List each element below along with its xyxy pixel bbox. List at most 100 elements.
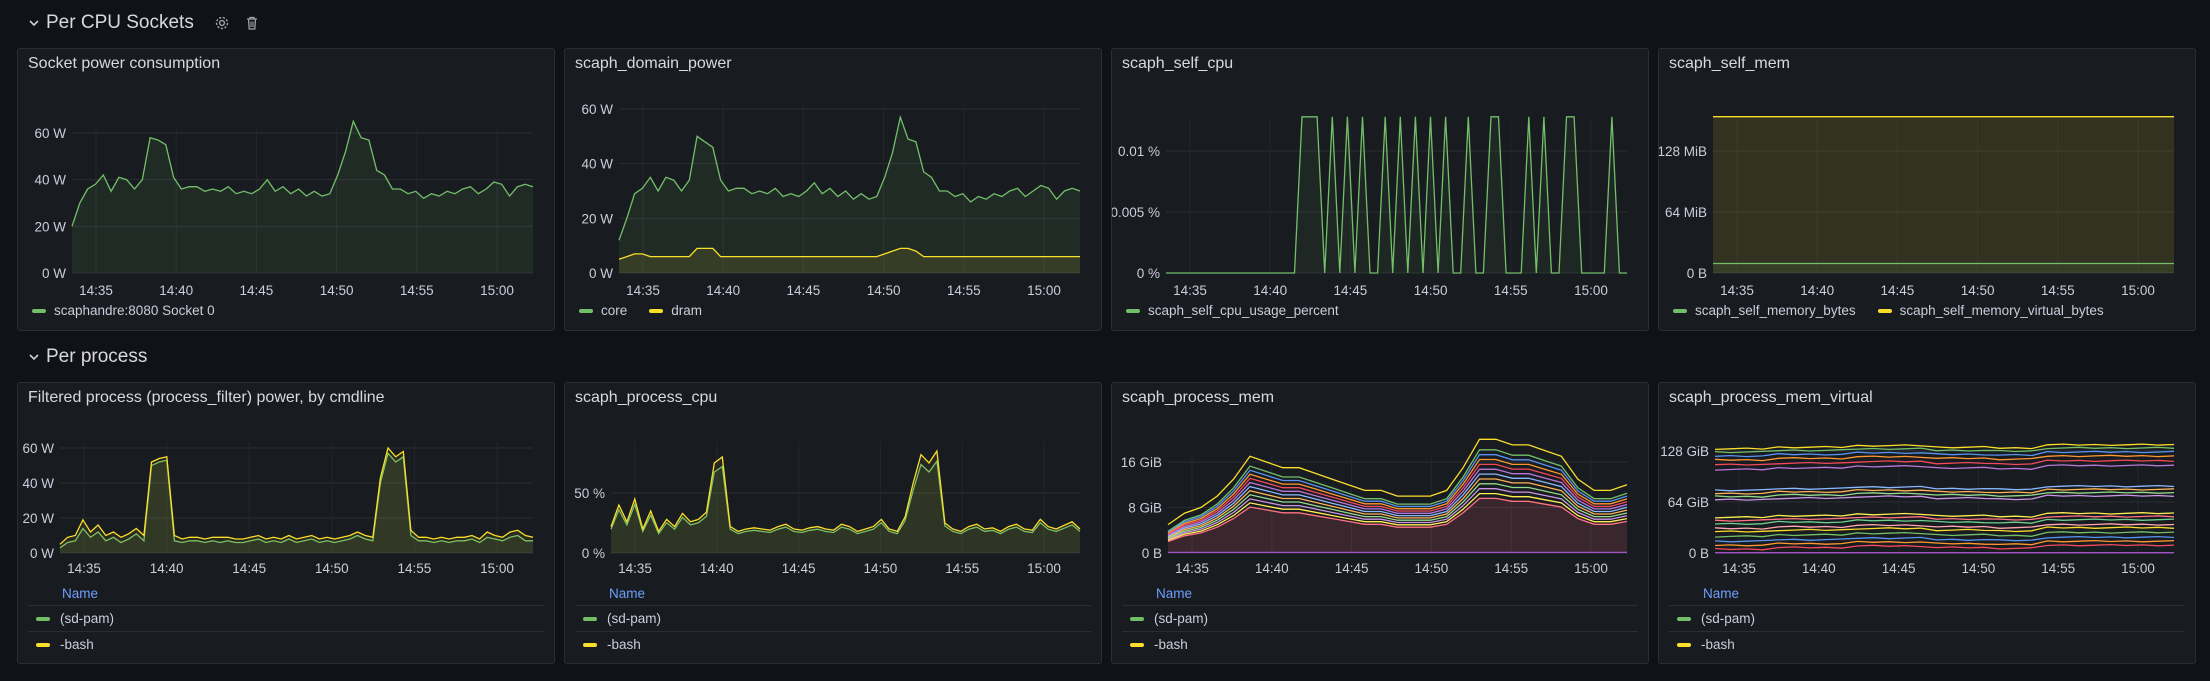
y-tick-label: 60 W [22, 441, 54, 456]
x-tick-label: 14:55 [400, 283, 434, 298]
legend-item[interactable]: scaph_self_memory_bytes [1673, 303, 1856, 318]
y-tick-label: 128 GiB [1660, 444, 1709, 459]
legend-row[interactable]: (sd-pam) [575, 605, 1091, 631]
x-tick-label: 14:35 [1720, 283, 1754, 298]
row-header-per-cpu-sockets[interactable]: Per CPU Sockets [26, 8, 262, 38]
legend-item[interactable]: core [579, 303, 627, 318]
x-tick-label: 15:00 [1027, 561, 1061, 576]
x-tick-label: 14:40 [1802, 561, 1836, 576]
series-process-mem-virtual[interactable] [1714, 531, 2175, 538]
legend-swatch [1126, 308, 1140, 313]
row-title[interactable]: Per process [46, 346, 147, 368]
panel-socket-power[interactable]: Socket power consumption 0 W 20 W 40 W 60 W1… [17, 48, 555, 331]
legend-row[interactable]: (sd-pam) [1122, 605, 1638, 631]
legend-row[interactable]: (sd-pam) [1669, 605, 2185, 631]
panel-self-cpu[interactable]: scaph_self_cpu 0 % 0.005 % 0.01 % 14:35 14:40… [1111, 48, 1649, 331]
legend-row[interactable]: (sd-pam) [28, 605, 544, 631]
legend-table: Name (sd-pam) -bash [28, 583, 544, 657]
legend-label: scaph_self_memory_bytes [1695, 303, 1856, 318]
x-tick-label: 14:45 [1335, 561, 1369, 576]
legend-row[interactable]: -bash [1122, 631, 1638, 657]
series-bash-area [611, 451, 1080, 553]
x-tick-label: 14:55 [398, 561, 432, 576]
x-tick-label: 15:00 [2121, 561, 2155, 576]
legend-row[interactable]: -bash [575, 631, 1091, 657]
series-process-mem-virtual[interactable] [1714, 488, 2175, 495]
legend-item[interactable]: scaphandre:8080 Socket 0 [32, 303, 215, 318]
y-tick-label: 40 W [22, 476, 54, 491]
x-tick-label: 14:40 [706, 283, 740, 298]
plot-area[interactable]: 0 % 0.005 % 0.01 % 14:35 14:40 14:45 14:50 14:5… [1112, 49, 1650, 331]
x-tick-label: 14:45 [1334, 283, 1368, 298]
panel-process-mem-virtual[interactable]: scaph_process_mem_virtual 0 B 64 GiB 128 Gi… [1658, 382, 2196, 664]
chevron-down-icon[interactable] [26, 15, 42, 31]
legend-row[interactable]: -bash [1669, 631, 2185, 657]
panel-self-mem[interactable]: scaph_self_mem 0 B 64 MiB 128 MiB 14:35 14:40… [1658, 48, 2196, 331]
series-memory-bytes-area [1713, 263, 2174, 273]
series-process-mem-virtual[interactable] [1714, 459, 2175, 466]
panel-process-power[interactable]: Filtered process (process_filter) power,… [17, 382, 555, 664]
x-tick-label: 15:00 [1574, 561, 1608, 576]
y-tick-label: 8 GiB [1128, 501, 1162, 516]
gear-icon[interactable] [212, 13, 232, 33]
x-tick-label: 14:45 [782, 561, 816, 576]
series-process-mem-virtual[interactable] [1714, 464, 2175, 471]
y-tick-label: 0 % [582, 546, 605, 561]
legend-label: scaphandre:8080 Socket 0 [54, 303, 215, 318]
row-title[interactable]: Per CPU Sockets [46, 12, 194, 34]
panel-domain-power[interactable]: scaph_domain_power 0 W 20 W 40 W 60 W 14:35 14… [564, 48, 1102, 331]
y-tick-label: 60 W [34, 126, 66, 141]
plot-area[interactable]: 0 W 20 W 40 W 60 W 14:35 14:40 14:45 14:50 14:55… [18, 49, 556, 331]
x-tick-label: 14:45 [232, 561, 266, 576]
x-tick-label: 14:35 [618, 561, 652, 576]
legend-header-name[interactable]: Name [1122, 583, 1638, 605]
y-tick-label: 0.005 % [1112, 205, 1160, 220]
legend-table: Name (sd-pam) -bash [1122, 583, 1638, 657]
legend: scaph_self_memory_bytes scaph_self_memory… [1673, 303, 2104, 318]
chevron-down-icon[interactable] [26, 349, 42, 365]
legend-header-name[interactable]: Name [28, 583, 544, 605]
legend-item[interactable]: scaph_self_memory_virtual_bytes [1877, 303, 2104, 318]
row-header-per-process[interactable]: Per process [26, 342, 147, 372]
plot-area[interactable]: 0 B 64 MiB 128 MiB 14:35 14:40 14:45 14:50 14:5… [1659, 49, 2197, 331]
series-process-mem-virtual[interactable] [1714, 443, 2175, 451]
x-tick-label: 14:40 [159, 283, 193, 298]
x-tick-label: 14:50 [1415, 561, 1449, 576]
y-tick-label: 0 B [1689, 546, 1709, 561]
x-tick-label: 15:00 [480, 561, 514, 576]
plot-area[interactable]: 0 W 20 W 40 W 60 W 14:35 14:40 14:45 14:50 14:55… [565, 49, 1103, 331]
legend-label: (sd-pam) [1701, 611, 1756, 626]
x-tick-label: 14:55 [2041, 283, 2075, 298]
series-process-mem-virtual[interactable] [1714, 494, 2175, 501]
trash-icon[interactable] [242, 13, 262, 33]
x-tick-label: 14:35 [1175, 561, 1209, 576]
x-tick-label: 15:00 [1027, 283, 1061, 298]
legend-row[interactable]: -bash [28, 631, 544, 657]
y-tick-label: 60 W [581, 102, 613, 117]
x-tick-label: 14:40 [150, 561, 184, 576]
legend-header-name[interactable]: Name [575, 583, 1091, 605]
legend-label: -bash [1701, 637, 1735, 652]
y-tick-label: 0 B [1687, 266, 1707, 281]
series-bash[interactable] [59, 446, 534, 545]
x-tick-label: 14:40 [1253, 283, 1287, 298]
series-process-mem-virtual[interactable] [1714, 512, 2175, 519]
y-tick-label: 0 B [1142, 546, 1162, 561]
y-tick-label: 20 W [22, 511, 54, 526]
series-process-mem-virtual[interactable] [1714, 526, 2175, 533]
x-tick-label: 14:50 [864, 561, 898, 576]
legend-header-name[interactable]: Name [1669, 583, 2185, 605]
series-process-mem-virtual[interactable] [1714, 454, 2175, 462]
panel-process-mem[interactable]: scaph_process_mem 0 B8 GiB 16 GiB 14:35 14:4… [1111, 382, 1649, 664]
panel-process-cpu[interactable]: scaph_process_cpu 0 % 50 % 14:35 14:40 14:45 1… [564, 382, 1102, 664]
x-tick-label: 14:35 [1173, 283, 1207, 298]
legend-swatch [1677, 616, 1691, 621]
series-socket-0-area [72, 121, 533, 273]
legend-item[interactable]: scaph_self_cpu_usage_percent [1126, 303, 1339, 318]
y-tick-label: 40 W [34, 173, 66, 188]
series-process-mem-virtual[interactable] [1714, 543, 2175, 551]
x-tick-label: 14:50 [1962, 561, 1996, 576]
legend: scaphandre:8080 Socket 0 [32, 303, 215, 318]
legend-item[interactable]: dram [649, 303, 702, 318]
legend-swatch [579, 308, 593, 313]
